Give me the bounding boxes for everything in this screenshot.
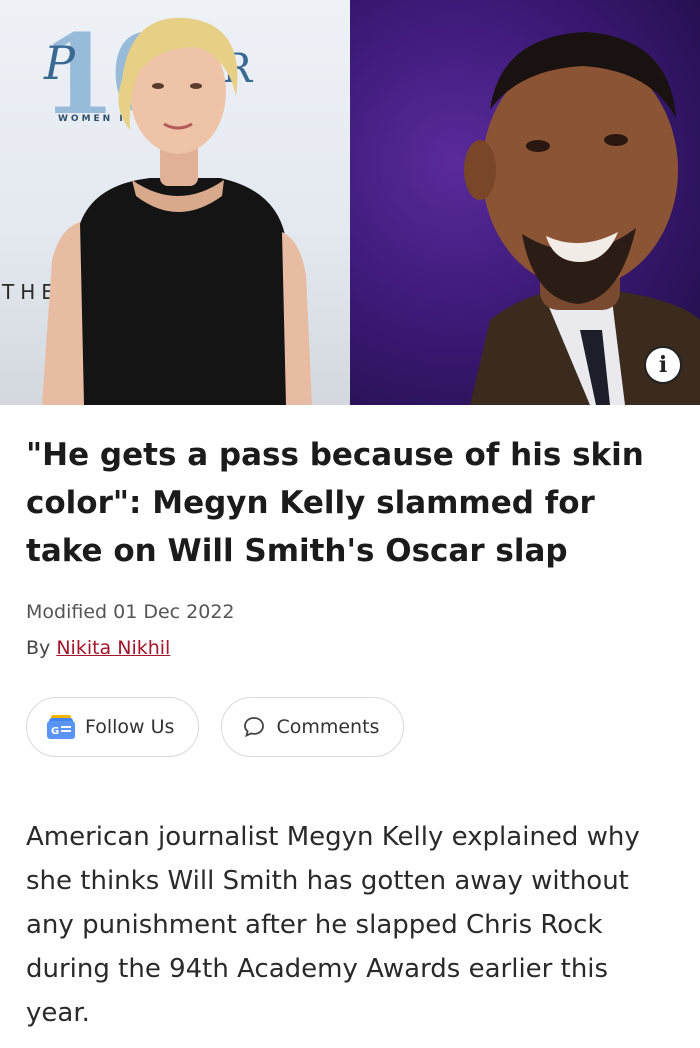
article-content: "He gets a pass because of his skin colo… (0, 431, 700, 1035)
info-icon[interactable]: i (644, 346, 682, 384)
photo-megyn-kelly: 10 P R WOMEN I THE (0, 0, 350, 405)
byline-prefix: By (26, 637, 57, 659)
article-actions: G Follow Us Comments (26, 697, 674, 757)
modified-date: Modified 01 Dec 2022 (26, 601, 235, 623)
follow-us-button[interactable]: G Follow Us (26, 697, 200, 757)
person-silhouette-right (464, 32, 700, 405)
article-headline: "He gets a pass because of his skin colo… (26, 437, 644, 569)
hero-image: 10 P R WOMEN I THE (0, 0, 700, 405)
svg-text:G: G (51, 726, 59, 737)
comments-button[interactable]: Comments (221, 697, 405, 757)
comments-label: Comments (276, 716, 380, 738)
person-silhouette-left (42, 17, 312, 405)
follow-us-label: Follow Us (85, 716, 175, 738)
article-body: American journalist Megyn Kelly explaine… (26, 822, 640, 1028)
photo-will-smith: i (350, 0, 700, 405)
comment-bubble-icon (242, 715, 266, 739)
google-news-icon: G (47, 715, 75, 739)
author-link[interactable]: Nikita Nikhil (56, 637, 170, 659)
byline: By Nikita Nikhil (26, 637, 674, 659)
